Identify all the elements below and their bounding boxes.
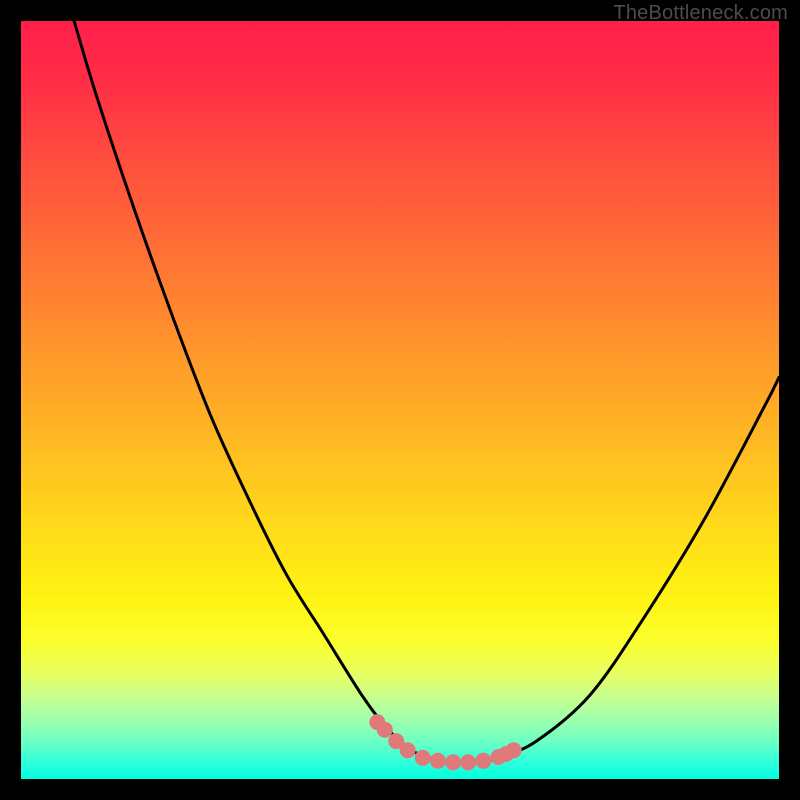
marker-dot xyxy=(475,753,491,769)
marker-dot xyxy=(445,754,461,770)
marker-dot xyxy=(377,722,393,738)
bottleneck-curve-svg xyxy=(21,21,779,779)
marker-cluster xyxy=(369,714,521,770)
marker-dot xyxy=(430,753,446,769)
bottleneck-curve-path xyxy=(74,21,779,763)
marker-dot xyxy=(506,742,522,758)
marker-dot xyxy=(415,750,431,766)
watermark-text: TheBottleneck.com xyxy=(613,2,788,25)
marker-dot xyxy=(400,742,416,758)
chart-frame: TheBottleneck.com xyxy=(0,0,800,800)
marker-dot xyxy=(460,754,476,770)
